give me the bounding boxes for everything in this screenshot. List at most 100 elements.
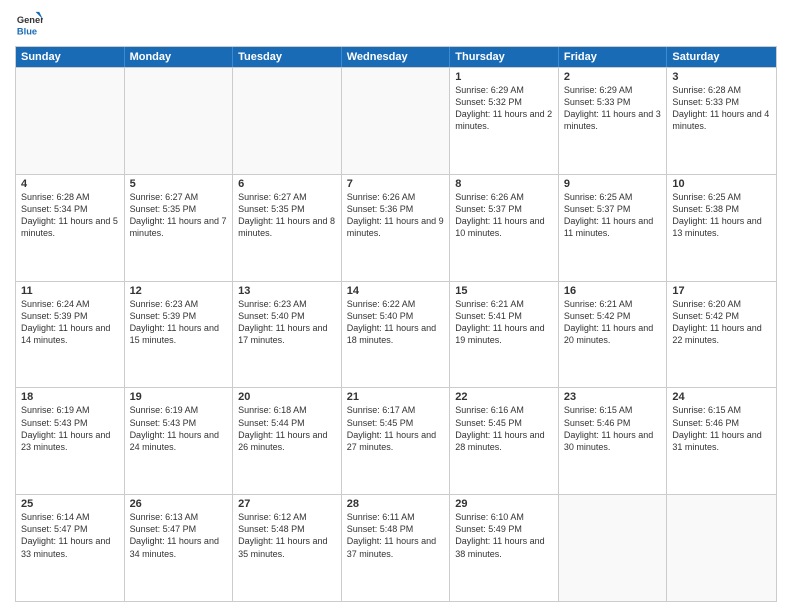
- day-cell-21: 21Sunrise: 6:17 AM Sunset: 5:45 PM Dayli…: [342, 388, 451, 494]
- day-number: 24: [672, 391, 771, 403]
- day-header-saturday: Saturday: [667, 47, 776, 67]
- day-cell-13: 13Sunrise: 6:23 AM Sunset: 5:40 PM Dayli…: [233, 282, 342, 388]
- day-info: Sunrise: 6:22 AM Sunset: 5:40 PM Dayligh…: [347, 298, 445, 347]
- calendar-header: SundayMondayTuesdayWednesdayThursdayFrid…: [16, 47, 776, 67]
- day-number: 22: [455, 391, 553, 403]
- day-number: 17: [672, 285, 771, 297]
- day-number: 28: [347, 498, 445, 510]
- day-header-tuesday: Tuesday: [233, 47, 342, 67]
- day-number: 18: [21, 391, 119, 403]
- day-info: Sunrise: 6:21 AM Sunset: 5:41 PM Dayligh…: [455, 298, 553, 347]
- day-cell-19: 19Sunrise: 6:19 AM Sunset: 5:43 PM Dayli…: [125, 388, 234, 494]
- day-info: Sunrise: 6:13 AM Sunset: 5:47 PM Dayligh…: [130, 511, 228, 560]
- day-header-wednesday: Wednesday: [342, 47, 451, 67]
- empty-cell: [233, 68, 342, 174]
- day-info: Sunrise: 6:29 AM Sunset: 5:32 PM Dayligh…: [455, 84, 553, 133]
- calendar-week-3: 11Sunrise: 6:24 AM Sunset: 5:39 PM Dayli…: [16, 281, 776, 388]
- empty-cell: [342, 68, 451, 174]
- day-cell-24: 24Sunrise: 6:15 AM Sunset: 5:46 PM Dayli…: [667, 388, 776, 494]
- day-cell-29: 29Sunrise: 6:10 AM Sunset: 5:49 PM Dayli…: [450, 495, 559, 601]
- empty-cell: [125, 68, 234, 174]
- day-info: Sunrise: 6:28 AM Sunset: 5:34 PM Dayligh…: [21, 191, 119, 240]
- calendar-week-2: 4Sunrise: 6:28 AM Sunset: 5:34 PM Daylig…: [16, 174, 776, 281]
- day-info: Sunrise: 6:15 AM Sunset: 5:46 PM Dayligh…: [564, 404, 662, 453]
- day-number: 8: [455, 178, 553, 190]
- day-number: 25: [21, 498, 119, 510]
- calendar: SundayMondayTuesdayWednesdayThursdayFrid…: [15, 46, 777, 602]
- day-number: 1: [455, 71, 553, 83]
- day-info: Sunrise: 6:24 AM Sunset: 5:39 PM Dayligh…: [21, 298, 119, 347]
- page: General Blue SundayMondayTuesdayWednesda…: [0, 0, 792, 612]
- day-cell-11: 11Sunrise: 6:24 AM Sunset: 5:39 PM Dayli…: [16, 282, 125, 388]
- logo: General Blue: [15, 10, 43, 38]
- day-cell-4: 4Sunrise: 6:28 AM Sunset: 5:34 PM Daylig…: [16, 175, 125, 281]
- day-number: 5: [130, 178, 228, 190]
- day-cell-23: 23Sunrise: 6:15 AM Sunset: 5:46 PM Dayli…: [559, 388, 668, 494]
- day-cell-17: 17Sunrise: 6:20 AM Sunset: 5:42 PM Dayli…: [667, 282, 776, 388]
- day-header-sunday: Sunday: [16, 47, 125, 67]
- day-cell-12: 12Sunrise: 6:23 AM Sunset: 5:39 PM Dayli…: [125, 282, 234, 388]
- day-number: 21: [347, 391, 445, 403]
- day-info: Sunrise: 6:16 AM Sunset: 5:45 PM Dayligh…: [455, 404, 553, 453]
- day-cell-7: 7Sunrise: 6:26 AM Sunset: 5:36 PM Daylig…: [342, 175, 451, 281]
- day-cell-2: 2Sunrise: 6:29 AM Sunset: 5:33 PM Daylig…: [559, 68, 668, 174]
- empty-cell: [16, 68, 125, 174]
- day-cell-14: 14Sunrise: 6:22 AM Sunset: 5:40 PM Dayli…: [342, 282, 451, 388]
- day-number: 4: [21, 178, 119, 190]
- svg-text:General: General: [17, 15, 43, 25]
- day-cell-9: 9Sunrise: 6:25 AM Sunset: 5:37 PM Daylig…: [559, 175, 668, 281]
- day-cell-20: 20Sunrise: 6:18 AM Sunset: 5:44 PM Dayli…: [233, 388, 342, 494]
- day-cell-3: 3Sunrise: 6:28 AM Sunset: 5:33 PM Daylig…: [667, 68, 776, 174]
- day-number: 10: [672, 178, 771, 190]
- day-number: 16: [564, 285, 662, 297]
- day-number: 19: [130, 391, 228, 403]
- day-header-monday: Monday: [125, 47, 234, 67]
- day-cell-8: 8Sunrise: 6:26 AM Sunset: 5:37 PM Daylig…: [450, 175, 559, 281]
- day-cell-5: 5Sunrise: 6:27 AM Sunset: 5:35 PM Daylig…: [125, 175, 234, 281]
- day-number: 13: [238, 285, 336, 297]
- day-info: Sunrise: 6:29 AM Sunset: 5:33 PM Dayligh…: [564, 84, 662, 133]
- day-info: Sunrise: 6:14 AM Sunset: 5:47 PM Dayligh…: [21, 511, 119, 560]
- day-info: Sunrise: 6:11 AM Sunset: 5:48 PM Dayligh…: [347, 511, 445, 560]
- day-cell-28: 28Sunrise: 6:11 AM Sunset: 5:48 PM Dayli…: [342, 495, 451, 601]
- day-cell-10: 10Sunrise: 6:25 AM Sunset: 5:38 PM Dayli…: [667, 175, 776, 281]
- day-number: 12: [130, 285, 228, 297]
- day-info: Sunrise: 6:27 AM Sunset: 5:35 PM Dayligh…: [238, 191, 336, 240]
- day-header-thursday: Thursday: [450, 47, 559, 67]
- day-number: 15: [455, 285, 553, 297]
- day-info: Sunrise: 6:27 AM Sunset: 5:35 PM Dayligh…: [130, 191, 228, 240]
- header: General Blue: [15, 10, 777, 38]
- day-number: 3: [672, 71, 771, 83]
- generalblue-icon: General Blue: [15, 10, 43, 38]
- day-info: Sunrise: 6:18 AM Sunset: 5:44 PM Dayligh…: [238, 404, 336, 453]
- day-info: Sunrise: 6:26 AM Sunset: 5:37 PM Dayligh…: [455, 191, 553, 240]
- day-info: Sunrise: 6:17 AM Sunset: 5:45 PM Dayligh…: [347, 404, 445, 453]
- day-number: 7: [347, 178, 445, 190]
- day-cell-25: 25Sunrise: 6:14 AM Sunset: 5:47 PM Dayli…: [16, 495, 125, 601]
- day-number: 27: [238, 498, 336, 510]
- day-cell-18: 18Sunrise: 6:19 AM Sunset: 5:43 PM Dayli…: [16, 388, 125, 494]
- day-cell-22: 22Sunrise: 6:16 AM Sunset: 5:45 PM Dayli…: [450, 388, 559, 494]
- day-info: Sunrise: 6:10 AM Sunset: 5:49 PM Dayligh…: [455, 511, 553, 560]
- calendar-body: 1Sunrise: 6:29 AM Sunset: 5:32 PM Daylig…: [16, 67, 776, 601]
- day-cell-16: 16Sunrise: 6:21 AM Sunset: 5:42 PM Dayli…: [559, 282, 668, 388]
- empty-cell: [559, 495, 668, 601]
- day-info: Sunrise: 6:20 AM Sunset: 5:42 PM Dayligh…: [672, 298, 771, 347]
- calendar-week-4: 18Sunrise: 6:19 AM Sunset: 5:43 PM Dayli…: [16, 387, 776, 494]
- day-info: Sunrise: 6:28 AM Sunset: 5:33 PM Dayligh…: [672, 84, 771, 133]
- day-number: 14: [347, 285, 445, 297]
- day-cell-6: 6Sunrise: 6:27 AM Sunset: 5:35 PM Daylig…: [233, 175, 342, 281]
- day-info: Sunrise: 6:15 AM Sunset: 5:46 PM Dayligh…: [672, 404, 771, 453]
- day-cell-27: 27Sunrise: 6:12 AM Sunset: 5:48 PM Dayli…: [233, 495, 342, 601]
- day-header-friday: Friday: [559, 47, 668, 67]
- calendar-week-5: 25Sunrise: 6:14 AM Sunset: 5:47 PM Dayli…: [16, 494, 776, 601]
- day-number: 6: [238, 178, 336, 190]
- day-number: 26: [130, 498, 228, 510]
- day-number: 29: [455, 498, 553, 510]
- day-info: Sunrise: 6:21 AM Sunset: 5:42 PM Dayligh…: [564, 298, 662, 347]
- day-number: 20: [238, 391, 336, 403]
- day-info: Sunrise: 6:19 AM Sunset: 5:43 PM Dayligh…: [21, 404, 119, 453]
- day-cell-15: 15Sunrise: 6:21 AM Sunset: 5:41 PM Dayli…: [450, 282, 559, 388]
- day-info: Sunrise: 6:25 AM Sunset: 5:37 PM Dayligh…: [564, 191, 662, 240]
- day-number: 23: [564, 391, 662, 403]
